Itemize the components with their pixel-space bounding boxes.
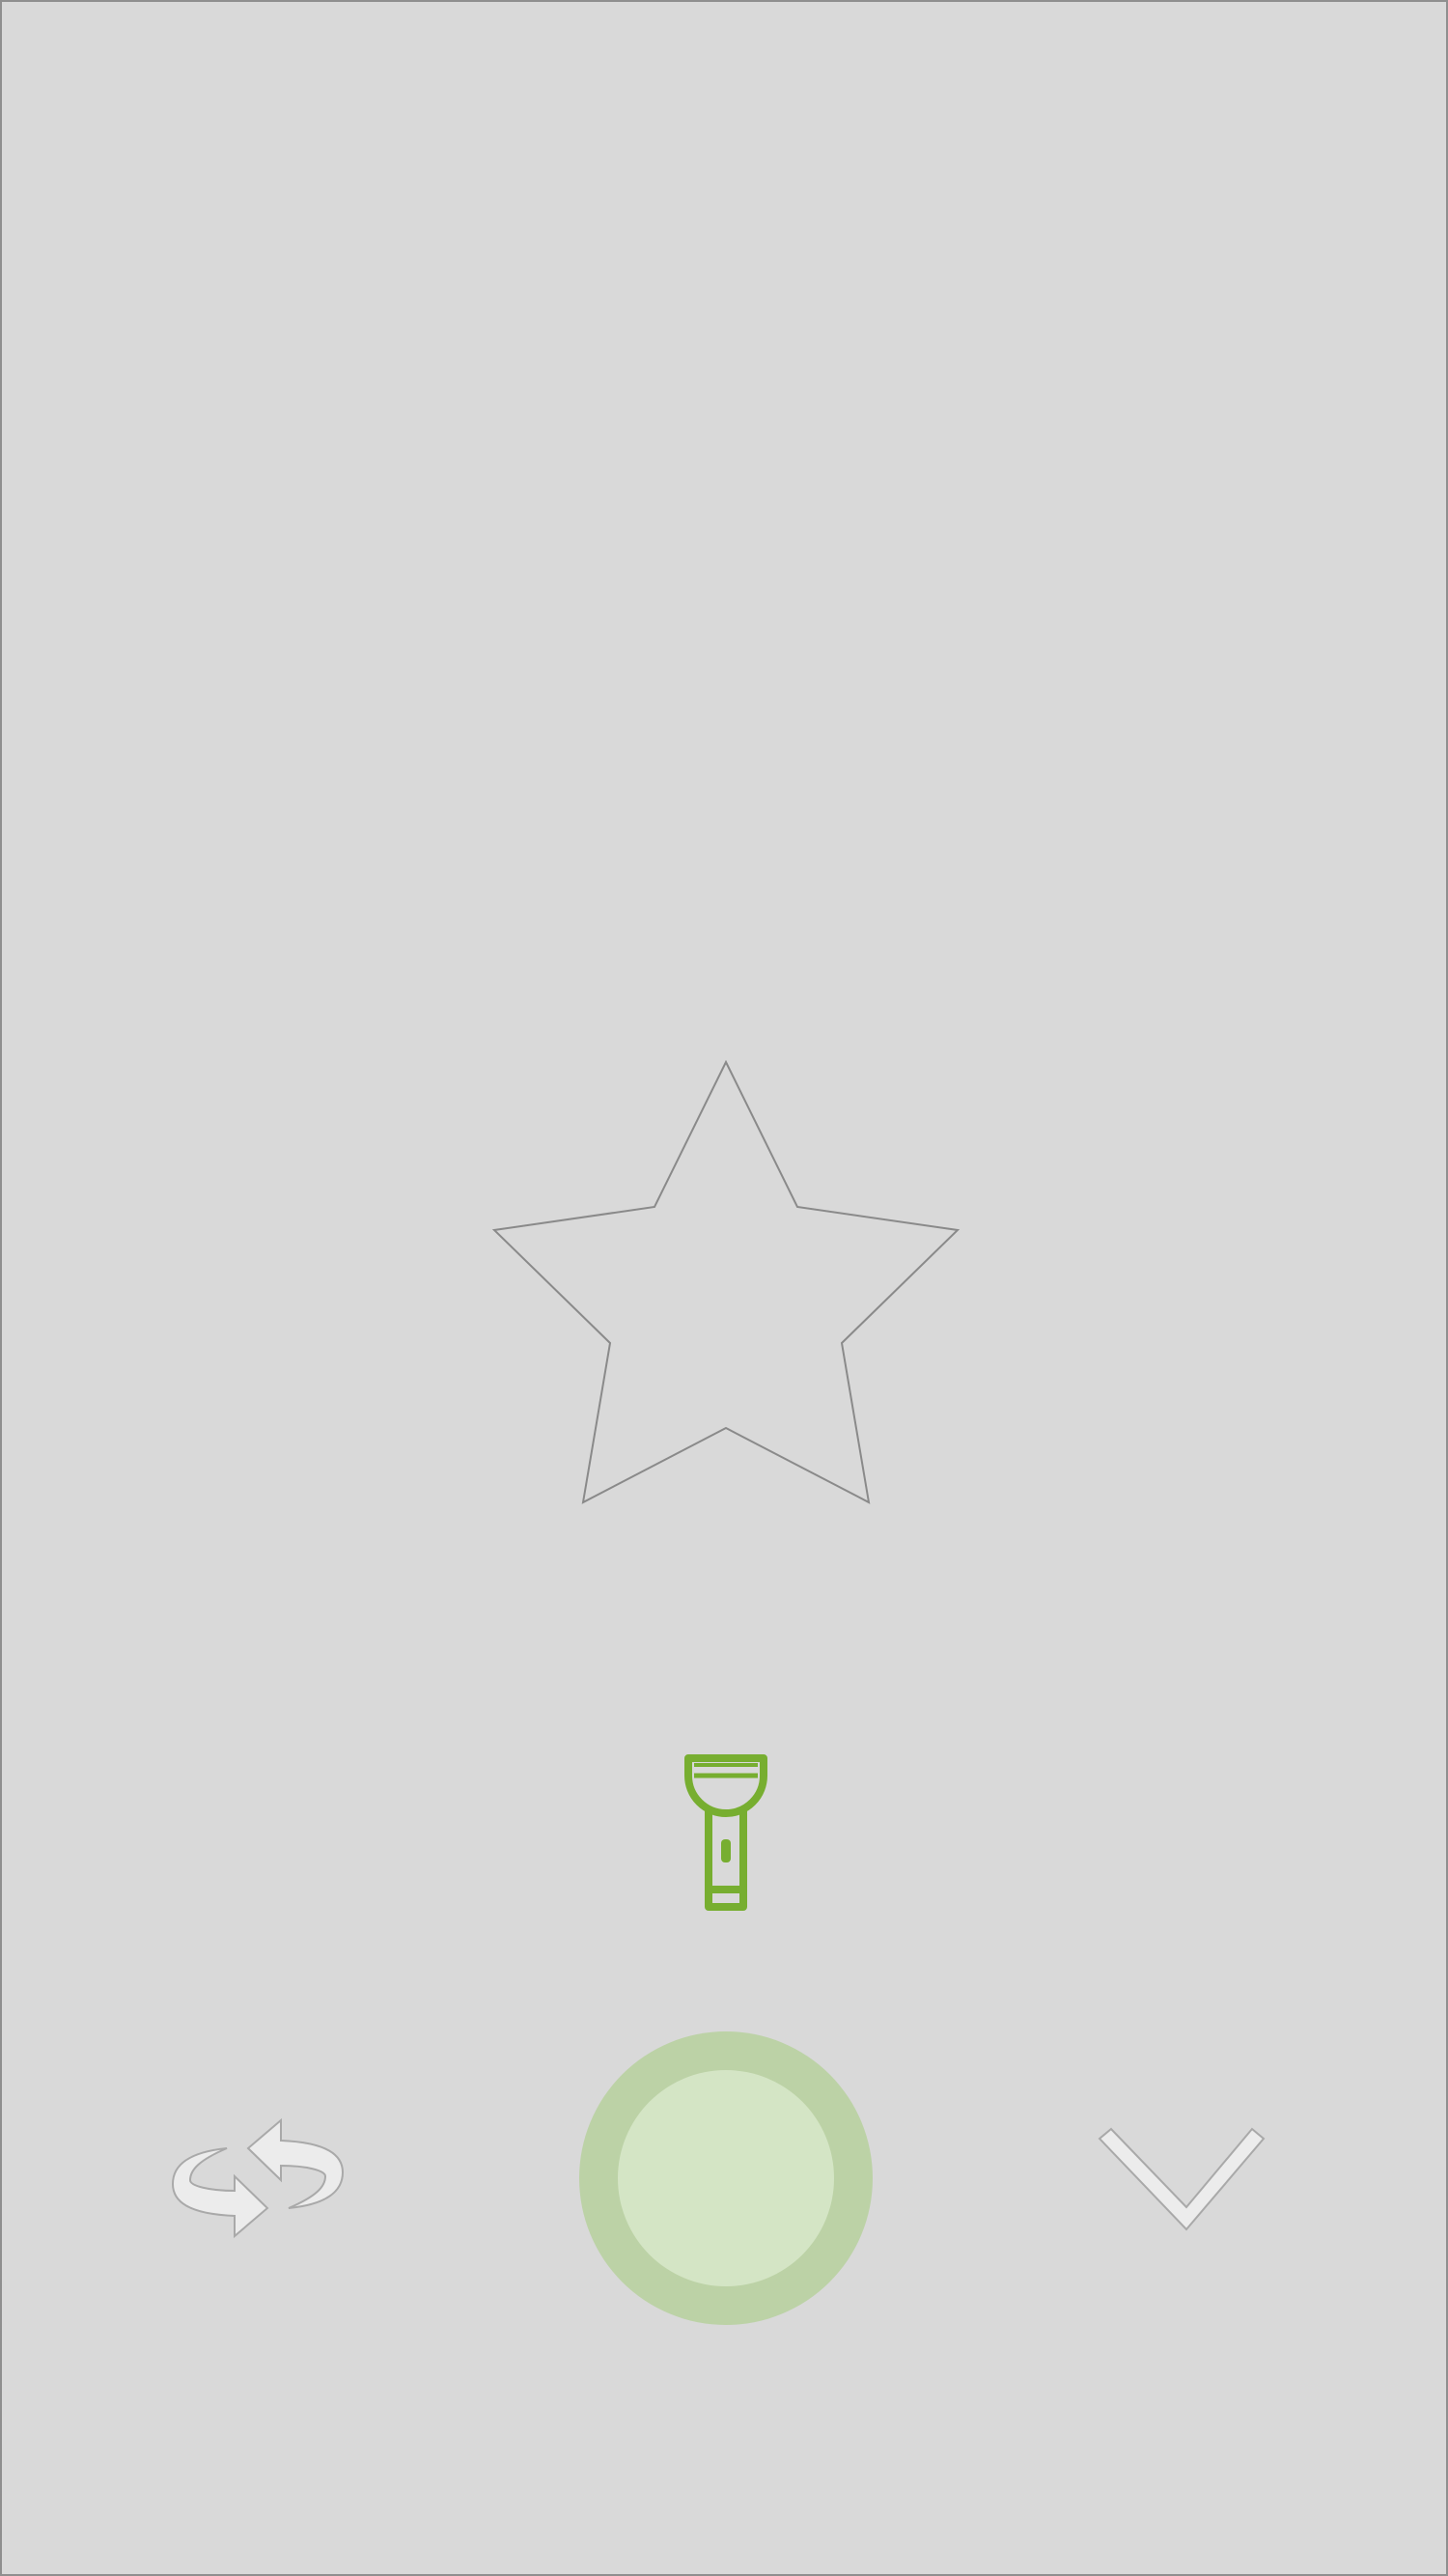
flashlight-power-button[interactable] — [579, 2031, 873, 2325]
switch-camera-button[interactable] — [171, 2116, 345, 2242]
flashlight-icon — [684, 1754, 767, 1911]
favorite-button[interactable] — [489, 1057, 962, 1506]
flashlight-indicator — [682, 1754, 769, 1914]
collapse-button[interactable] — [1098, 2121, 1276, 2242]
swap-arrows-icon — [171, 2117, 345, 2239]
power-button-inner — [618, 2070, 834, 2286]
star-outline-icon — [491, 1059, 961, 1504]
chevron-down-icon — [1098, 2127, 1266, 2231]
screen — [0, 0, 1448, 2576]
